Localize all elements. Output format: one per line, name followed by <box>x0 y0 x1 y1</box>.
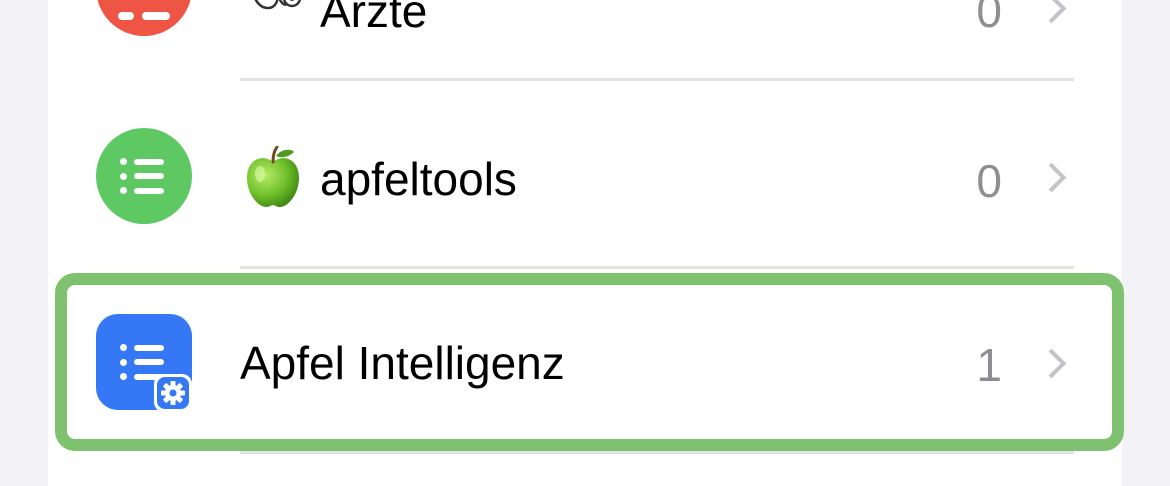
row-separator <box>240 78 1074 81</box>
chevron-right-icon <box>1036 162 1067 193</box>
row-separator <box>240 451 1074 454</box>
list-badge-blue <box>96 314 192 412</box>
list-row-aerzte[interactable]: Ärzte 0 <box>48 0 1122 80</box>
list-title: Ärzte <box>320 0 428 37</box>
stethoscope-icon <box>248 0 308 22</box>
list-badge-red <box>96 0 192 36</box>
list-title: apfeltools <box>320 153 517 205</box>
gear-icon <box>154 374 192 412</box>
list-count: 1 <box>976 339 1002 391</box>
list-title: Apfel Intelligenz <box>240 337 565 389</box>
chevron-right-icon <box>1036 0 1067 24</box>
list-row-apfeltools[interactable]: apfeltools 0 <box>48 82 1122 268</box>
list-bullets-icon <box>120 158 168 194</box>
green-apple-emoji <box>244 145 302 208</box>
chevron-right-icon <box>1036 348 1067 379</box>
list-row-apfel-intelligenz[interactable]: Apfel Intelligenz 1 <box>48 268 1122 454</box>
list-badge-green <box>96 128 192 224</box>
list-count: 0 <box>976 155 1002 207</box>
list-count: 0 <box>976 0 1002 37</box>
